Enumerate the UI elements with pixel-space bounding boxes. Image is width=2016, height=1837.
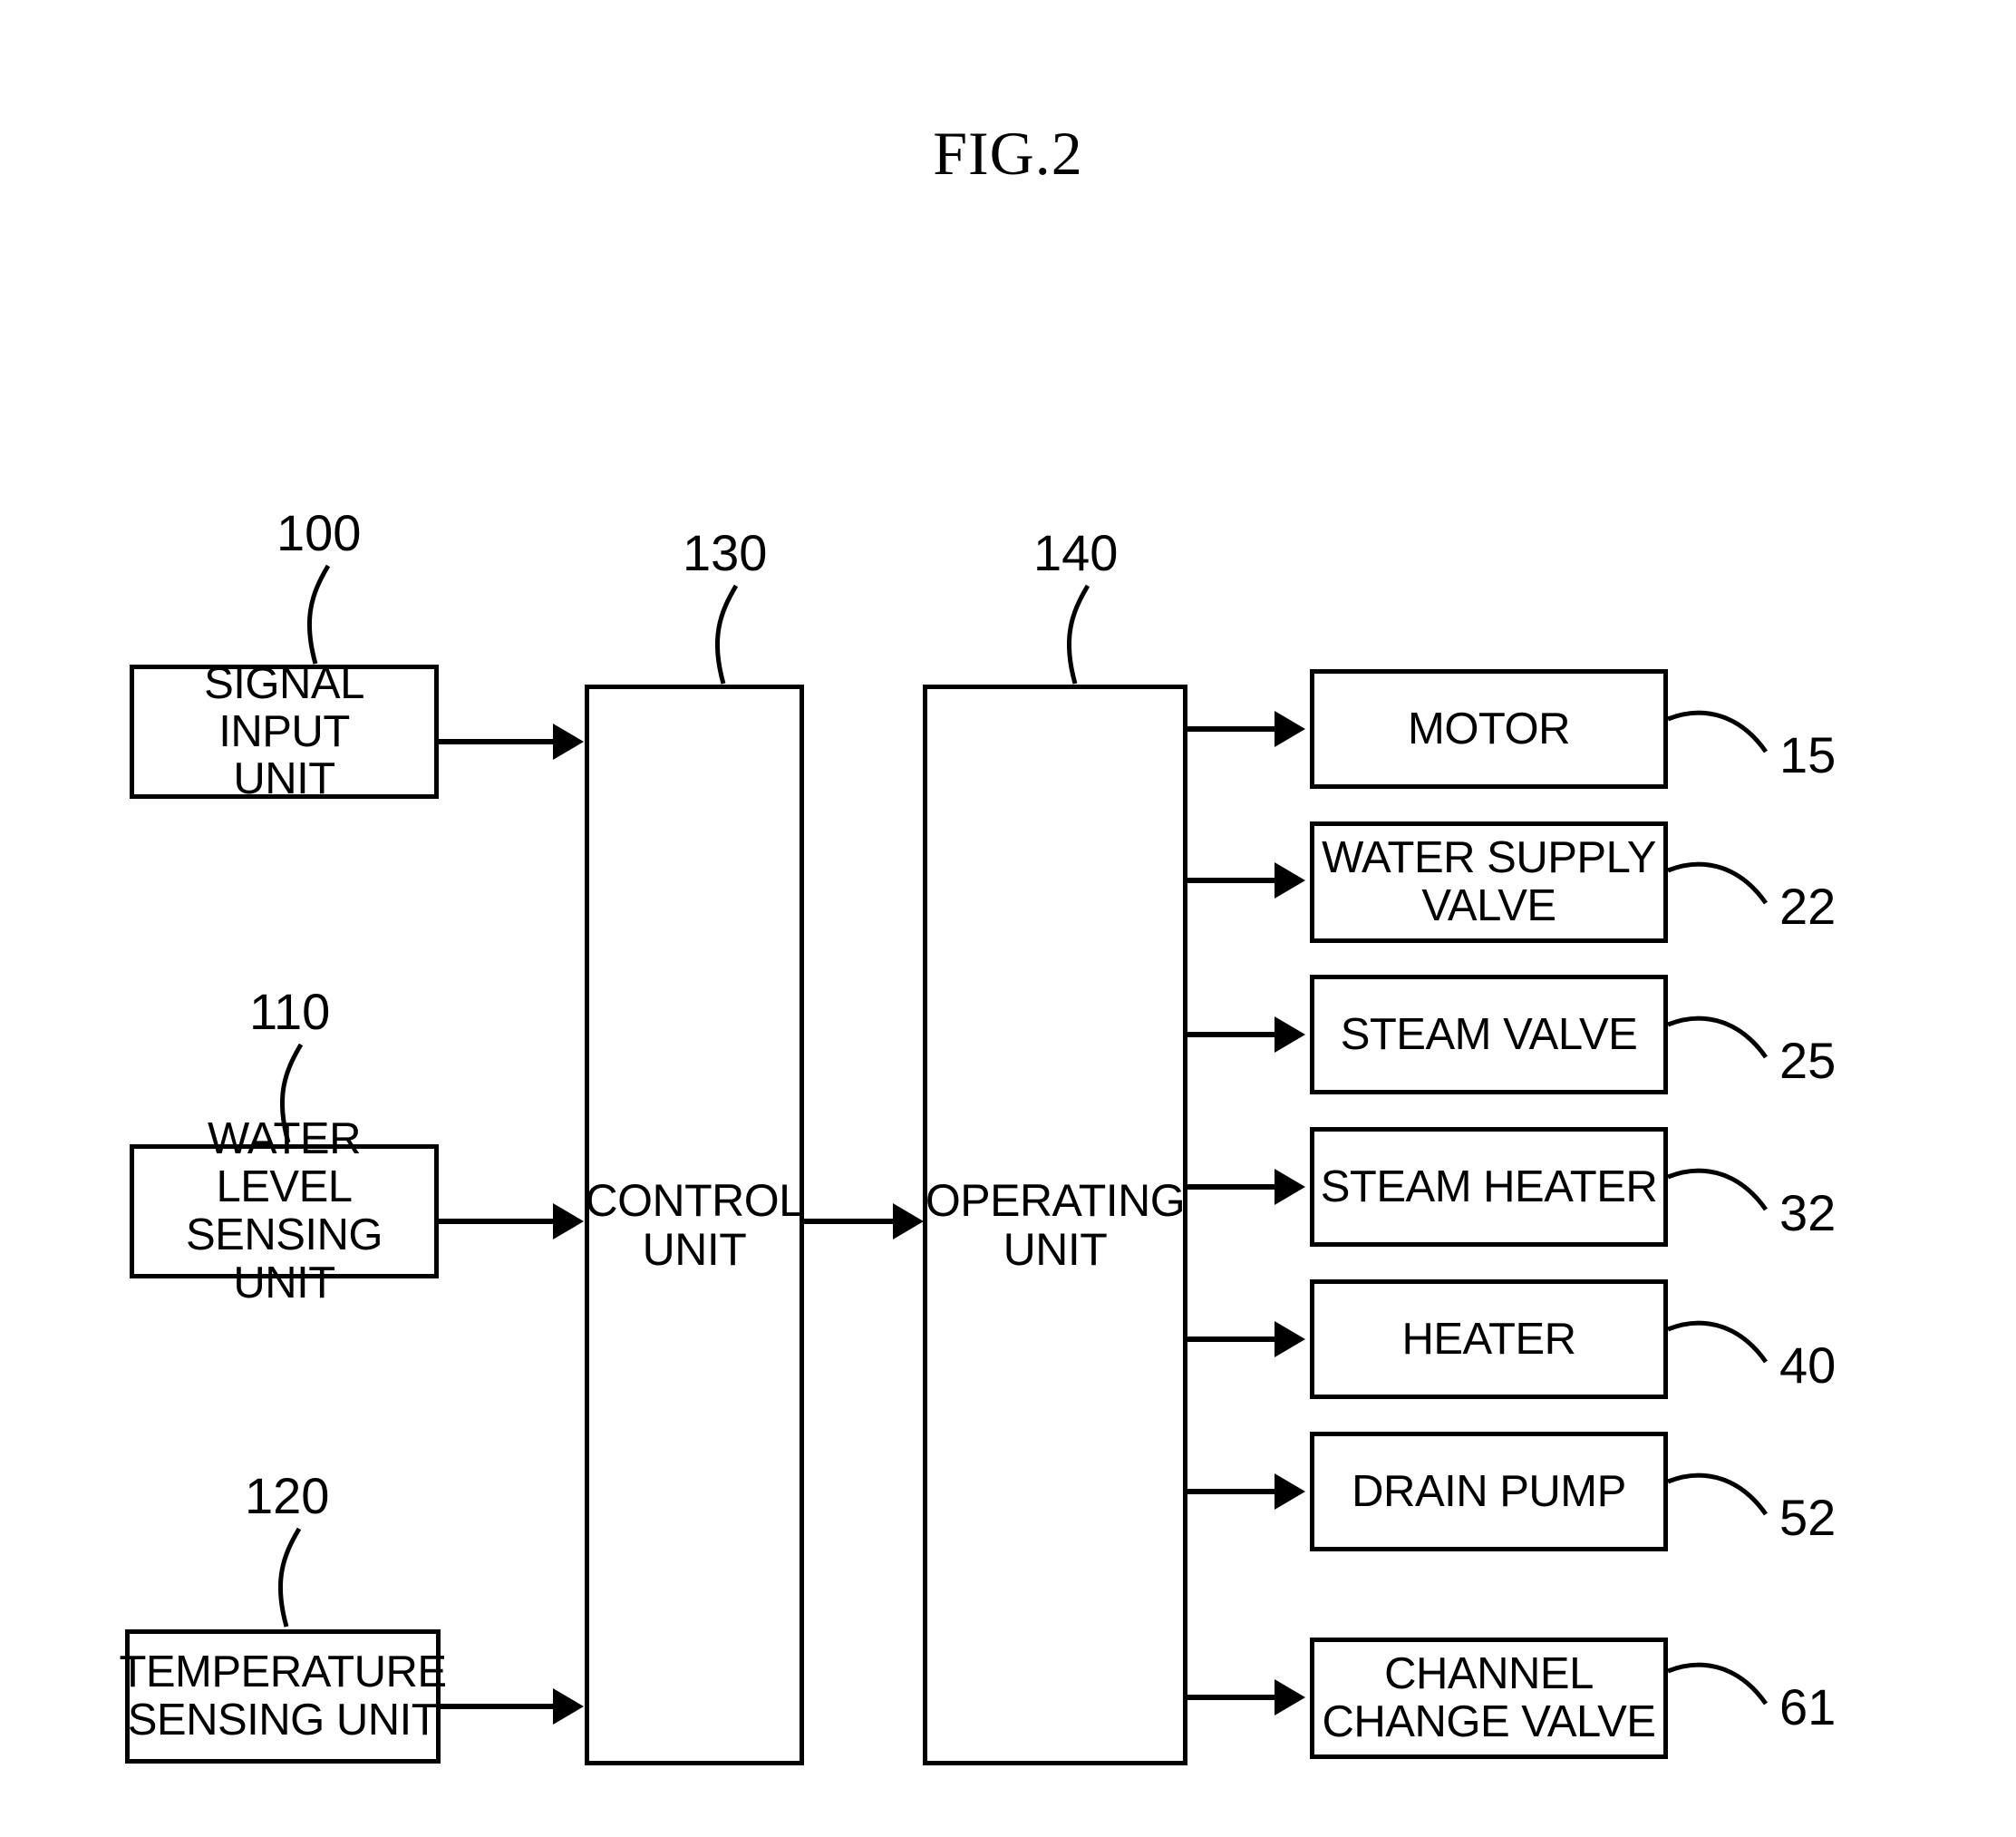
ref-numeral-15: 15 bbox=[1779, 726, 1837, 783]
block-temperature-sensing-unit[interactable]: TEMPERATURE SENSING UNIT bbox=[119, 1629, 447, 1764]
arrowhead-operating-to-steam-heater bbox=[1275, 1169, 1305, 1205]
ref-numeral-130: 130 bbox=[683, 524, 768, 581]
ref-numeral-110: 110 bbox=[249, 983, 331, 1040]
leader-line-140 bbox=[1066, 584, 1090, 685]
ref-numeral-25: 25 bbox=[1779, 1032, 1837, 1089]
block-water-supply-valve[interactable]: WATER SUPPLY VALVE bbox=[1310, 821, 1668, 943]
leader-line-25 bbox=[1667, 1016, 1769, 1059]
leader-line-100 bbox=[306, 564, 331, 665]
leader-line-120 bbox=[277, 1527, 302, 1628]
ref-numeral-52: 52 bbox=[1779, 1489, 1837, 1546]
leader-line-32 bbox=[1667, 1168, 1769, 1211]
block-signal-input-unit[interactable]: SIGNAL INPUT UNIT bbox=[130, 659, 439, 803]
connector-operating-to-channel-change-valve bbox=[1187, 1695, 1280, 1700]
block-channel-change-valve[interactable]: CHANNEL CHANGE VALVE bbox=[1310, 1638, 1668, 1759]
leader-line-130 bbox=[714, 584, 739, 685]
ref-numeral-32: 32 bbox=[1779, 1184, 1837, 1241]
connector-temperature-to-control bbox=[441, 1704, 558, 1709]
ref-numeral-61: 61 bbox=[1779, 1678, 1837, 1735]
leader-line-61 bbox=[1667, 1662, 1769, 1706]
arrowhead-water-level-to-control bbox=[553, 1203, 584, 1239]
ref-numeral-140: 140 bbox=[1033, 524, 1119, 581]
ref-numeral-40: 40 bbox=[1779, 1336, 1837, 1394]
block-water-level-sensing-unit[interactable]: WATER LEVEL SENSING UNIT bbox=[130, 1115, 439, 1307]
block-drain-pump[interactable]: DRAIN PUMP bbox=[1310, 1432, 1668, 1551]
connector-operating-to-heater bbox=[1187, 1336, 1280, 1342]
connector-operating-to-steam-heater bbox=[1187, 1184, 1280, 1190]
block-steam-valve[interactable]: STEAM VALVE bbox=[1310, 975, 1668, 1094]
connector-water-level-to-control bbox=[439, 1219, 558, 1224]
page-title: FIG.2 bbox=[933, 119, 1083, 188]
arrowhead-control-to-operating bbox=[893, 1203, 924, 1239]
connector-operating-to-steam-valve bbox=[1187, 1032, 1280, 1037]
leader-line-15 bbox=[1667, 710, 1769, 753]
block-operating-unit[interactable]: OPERATING UNIT bbox=[923, 685, 1187, 1765]
connector-signal-input-to-control bbox=[439, 739, 558, 744]
connector-control-to-operating bbox=[804, 1219, 898, 1224]
block-steam-heater[interactable]: STEAM HEATER bbox=[1310, 1127, 1668, 1247]
arrowhead-operating-to-channel-change-valve bbox=[1275, 1679, 1305, 1716]
arrowhead-signal-input-to-control bbox=[553, 724, 584, 760]
connector-operating-to-motor bbox=[1187, 726, 1280, 732]
block-control-unit[interactable]: CONTROL UNIT bbox=[585, 685, 804, 1765]
arrowhead-operating-to-drain-pump bbox=[1275, 1473, 1305, 1510]
arrowhead-temperature-to-control bbox=[553, 1688, 584, 1725]
ref-numeral-120: 120 bbox=[245, 1467, 330, 1524]
leader-line-110 bbox=[279, 1043, 304, 1143]
connector-operating-to-water-supply-valve bbox=[1187, 878, 1280, 883]
leader-line-40 bbox=[1667, 1320, 1769, 1364]
leader-line-22 bbox=[1667, 861, 1769, 905]
arrowhead-operating-to-steam-valve bbox=[1275, 1016, 1305, 1053]
block-motor[interactable]: MOTOR bbox=[1310, 669, 1668, 789]
ref-numeral-100: 100 bbox=[276, 504, 362, 561]
block-heater[interactable]: HEATER bbox=[1310, 1279, 1668, 1399]
connector-operating-to-drain-pump bbox=[1187, 1489, 1280, 1494]
figure-canvas: FIG.2 SIGNAL INPUT UNIT 100 WATER LEVEL … bbox=[0, 0, 2016, 1837]
arrowhead-operating-to-heater bbox=[1275, 1321, 1305, 1357]
arrowhead-operating-to-motor bbox=[1275, 711, 1305, 747]
arrowhead-operating-to-water-supply-valve bbox=[1275, 862, 1305, 899]
leader-line-52 bbox=[1667, 1473, 1769, 1516]
ref-numeral-22: 22 bbox=[1779, 878, 1837, 935]
